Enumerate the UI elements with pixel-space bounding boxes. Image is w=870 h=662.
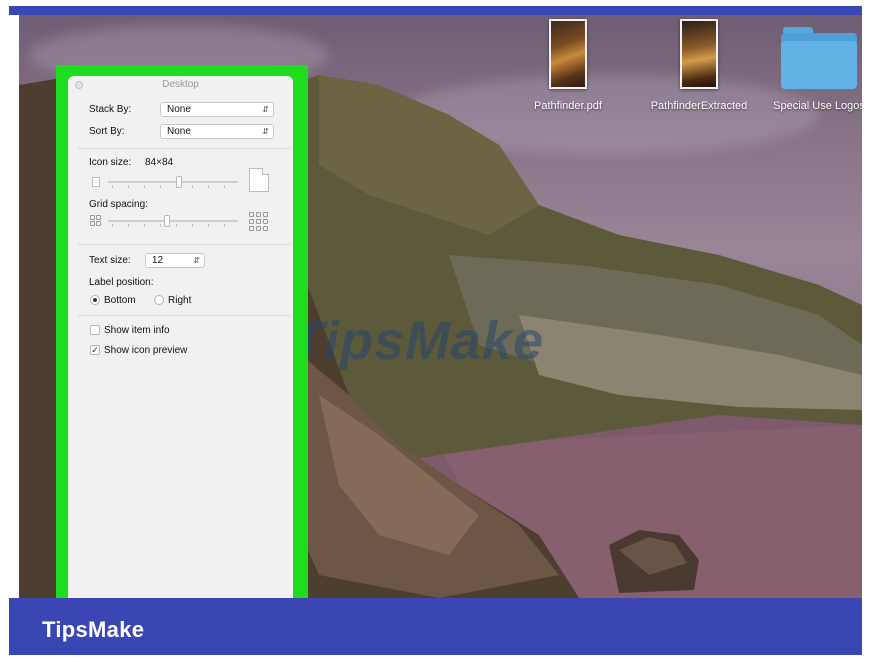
updown-arrows-icon: ⇵ [193,256,200,265]
show-item-info-checkbox[interactable] [90,325,100,335]
divider [78,315,290,316]
stack-by-value: None [167,104,191,115]
small-icon-icon [92,177,100,187]
updown-arrows-icon: ⇵ [262,105,269,114]
text-size-value: 12 [152,255,164,266]
folder-icon [781,27,857,89]
label-position-right-radio[interactable] [154,295,164,305]
sort-by-select[interactable]: None ⇵ [160,124,274,139]
icon-size-slider[interactable] [108,176,238,188]
close-icon[interactable] [75,81,83,89]
icon-size-value: 84×84 [145,157,174,168]
slider-knob[interactable] [164,215,170,227]
window-titlebar: Desktop [68,76,293,94]
label-position-label: Label position: [89,277,154,288]
icon-size-label: Icon size: [89,157,132,168]
stack-by-select[interactable]: None ⇵ [160,102,274,117]
watermark-text: TipsMake [291,311,545,371]
desktop-file-label: PathfinderExtracted [650,100,748,112]
stack-by-label: Stack By: [89,104,132,115]
sort-by-value: None [167,126,191,137]
desktop-folder-label: Special Use Logos [773,100,862,112]
divider [78,148,290,149]
updown-arrows-icon: ⇵ [262,127,269,136]
window-title: Desktop [162,79,199,90]
large-icon-icon [249,168,269,192]
screenshot-frame: TipsMake Pathfinder.pdf PathfinderExtrac… [0,0,870,662]
label-position-bottom-label: Bottom [104,295,136,306]
show-icon-preview-checkbox[interactable]: ✓ [90,345,100,355]
desktop-file-pathfinder[interactable]: Pathfinder.pdf [513,19,623,113]
pdf-document-icon [680,19,718,89]
text-size-select[interactable]: 12 ⇵ [145,253,205,268]
show-item-info-label: Show item info [104,325,170,336]
desktop-folder-special-use-logos[interactable]: Special Use Logos [764,19,862,113]
sort-by-label: Sort By: [89,126,125,137]
slider-knob[interactable] [176,176,182,188]
grid-spacing-label: Grid spacing: [89,199,148,210]
show-icon-preview-label: Show icon preview [104,345,188,356]
top-band [9,6,862,15]
divider [78,244,290,245]
pdf-document-icon [549,19,587,89]
brand-logo-text: TipsMake [42,617,145,642]
label-position-right-label: Right [168,295,192,306]
tight-grid-icon [90,215,101,226]
grid-spacing-slider[interactable] [108,215,238,227]
wide-grid-icon [249,212,268,231]
label-position-bottom-radio[interactable] [90,295,100,305]
text-size-label: Text size: [89,255,131,266]
desktop-file-pathfinder-extracted[interactable]: PathfinderExtracted [637,19,761,113]
desktop-file-label: Pathfinder.pdf [534,100,602,112]
view-options-window: Desktop Stack By: None ⇵ Sort By: None ⇵… [68,76,293,601]
